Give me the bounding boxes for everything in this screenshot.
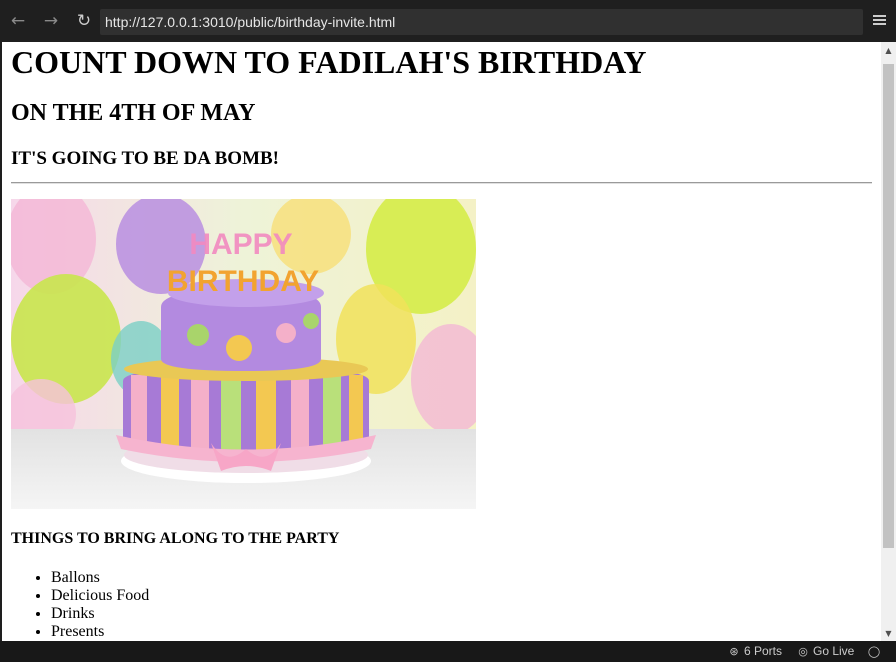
svg-text:BIRTHDAY: BIRTHDAY xyxy=(167,265,319,298)
list-item: Ballons xyxy=(51,569,149,587)
go-live-label: Go Live xyxy=(813,644,855,658)
page-title: COUNT DOWN TO FADILAH'S BIRTHDAY xyxy=(11,44,647,80)
vertical-scrollbar[interactable]: ▲ ▼ xyxy=(881,42,896,641)
svg-text:HAPPY: HAPPY xyxy=(189,228,292,261)
date-heading: ON THE 4TH OF MAY xyxy=(11,100,256,126)
go-live-button[interactable]: ◎ Go Live xyxy=(796,644,854,659)
bell-icon[interactable]: ◯ xyxy=(867,644,884,659)
hamburger-menu-icon[interactable] xyxy=(872,13,888,29)
list-item: Delicious Food xyxy=(51,587,149,605)
broadcast-icon: ◎ xyxy=(798,645,808,658)
ports-label: 6 Ports xyxy=(744,644,783,658)
tagline-heading: IT'S GOING TO BE DA BOMB! xyxy=(11,148,280,169)
status-bar: ⊛ 6 Ports ◎ Go Live ◯ xyxy=(0,641,896,662)
list-item: Drinks xyxy=(51,605,149,623)
arrow-left-icon[interactable]: ← xyxy=(6,9,30,33)
scroll-up-arrow-icon[interactable]: ▲ xyxy=(881,44,896,58)
browser-toolbar: ← → ↻ http://127.0.0.1:3010/public/birth… xyxy=(0,0,896,42)
list-item: Presents xyxy=(51,623,149,641)
address-bar[interactable]: http://127.0.0.1:3010/public/birthday-in… xyxy=(100,9,863,35)
divider xyxy=(11,182,872,184)
list-heading: THINGS TO BRING ALONG TO THE PARTY xyxy=(11,530,340,547)
scroll-thumb[interactable] xyxy=(883,64,894,548)
birthday-cake-photo: HAPPY BIRTHDAY xyxy=(11,199,476,509)
reload-icon[interactable]: ↻ xyxy=(72,9,96,33)
items-list: Ballons Delicious Food Drinks Presents xyxy=(11,569,149,641)
page-viewport: COUNT DOWN TO FADILAH'S BIRTHDAY ON THE … xyxy=(2,42,881,641)
ports-status[interactable]: ⊛ 6 Ports xyxy=(727,644,782,659)
antenna-icon: ⊛ xyxy=(729,645,739,658)
scroll-down-arrow-icon[interactable]: ▼ xyxy=(881,627,896,641)
arrow-right-icon[interactable]: → xyxy=(39,9,63,33)
